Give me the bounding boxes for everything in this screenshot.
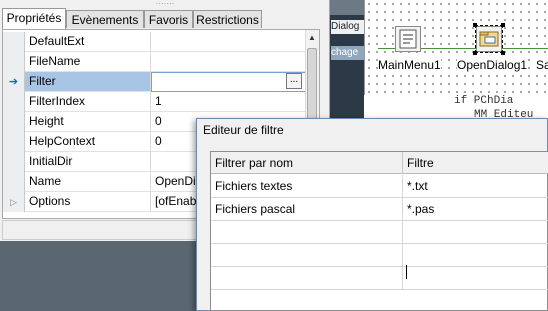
editor-tab-label[interactable]: Dialog bbox=[331, 20, 365, 34]
property-name[interactable]: Options bbox=[25, 192, 151, 212]
resize-handle[interactable] bbox=[501, 23, 505, 27]
row-gutter bbox=[3, 52, 25, 72]
property-value-input[interactable] bbox=[151, 72, 307, 92]
tab-restrictions[interactable]: Restrictions bbox=[193, 10, 262, 28]
drag-grip[interactable]: ······· bbox=[145, 0, 185, 8]
main-menu-icon[interactable] bbox=[395, 26, 421, 52]
row-gutter bbox=[3, 172, 25, 192]
row-gutter bbox=[3, 32, 25, 52]
tab-favorites[interactable]: Favoris bbox=[144, 10, 193, 28]
resize-handle[interactable] bbox=[501, 51, 505, 55]
column-header-filter[interactable]: Filtre bbox=[403, 152, 548, 174]
editor-tab-label-secondary[interactable]: chage bbox=[331, 46, 365, 60]
resize-handle[interactable] bbox=[473, 23, 477, 27]
property-name[interactable]: Filter bbox=[25, 72, 151, 92]
column-header-name[interactable]: Filtrer par nom bbox=[211, 152, 403, 174]
table-cell-filter[interactable]: *.pas bbox=[403, 198, 548, 221]
row-gutter bbox=[3, 92, 25, 112]
row-gutter bbox=[3, 152, 25, 172]
tab-events[interactable]: Evènements bbox=[66, 10, 144, 28]
code-line: if PChDia bbox=[454, 95, 514, 107]
property-name[interactable]: Height bbox=[25, 112, 151, 132]
table-cell-name[interactable] bbox=[211, 267, 403, 290]
ellipsis-button[interactable]: ... bbox=[286, 73, 302, 89]
row-gutter bbox=[3, 112, 25, 132]
scroll-up-icon[interactable]: ▲ bbox=[306, 33, 318, 43]
property-row[interactable]: FileName bbox=[3, 52, 307, 72]
property-name[interactable]: InitialDir bbox=[25, 152, 151, 172]
text-caret bbox=[406, 265, 407, 279]
table-cell-filter-editing[interactable] bbox=[403, 244, 548, 267]
property-name[interactable]: Name bbox=[25, 172, 151, 192]
property-row[interactable]: FilterIndex 1 bbox=[3, 92, 307, 112]
tab-properties[interactable]: Propriétés bbox=[2, 8, 66, 29]
filter-table: Filtrer par nom Filtre Fichiers textes *… bbox=[210, 151, 548, 311]
table-cell-filter[interactable]: *.txt bbox=[403, 175, 548, 198]
table-cell-name[interactable]: Fichiers pascal bbox=[211, 198, 403, 221]
table-cell-filter[interactable] bbox=[403, 267, 548, 290]
selection-frame bbox=[475, 25, 503, 53]
property-row[interactable]: DefaultExt bbox=[3, 32, 307, 52]
table-cell-name[interactable] bbox=[211, 244, 403, 267]
current-row-arrow-icon: ➔ bbox=[3, 72, 25, 92]
property-name[interactable]: FileName bbox=[25, 52, 151, 72]
table-cell-name[interactable] bbox=[211, 221, 403, 244]
property-value[interactable]: 1 bbox=[151, 92, 307, 112]
property-value[interactable] bbox=[151, 52, 307, 72]
property-name[interactable]: HelpContext bbox=[25, 132, 151, 152]
table-cell-filter[interactable] bbox=[403, 221, 548, 244]
dialog-title: Editeur de filtre bbox=[203, 123, 284, 137]
resize-handle[interactable] bbox=[473, 51, 477, 55]
component-label-mainmenu[interactable]: MainMenu1 bbox=[378, 58, 441, 72]
property-name[interactable]: FilterIndex bbox=[25, 92, 151, 112]
row-gutter bbox=[3, 132, 25, 152]
component-label-opendialog[interactable]: OpenDialog1 bbox=[457, 58, 528, 72]
component-label-savedialog[interactable]: Sa bbox=[536, 58, 548, 72]
property-value[interactable] bbox=[151, 32, 307, 52]
property-name[interactable]: DefaultExt bbox=[25, 32, 151, 52]
property-row-selected[interactable]: ➔ Filter bbox=[3, 72, 307, 92]
table-cell-name[interactable]: Fichiers textes bbox=[211, 175, 403, 198]
expand-arrow-icon[interactable]: ▷ bbox=[3, 192, 25, 212]
